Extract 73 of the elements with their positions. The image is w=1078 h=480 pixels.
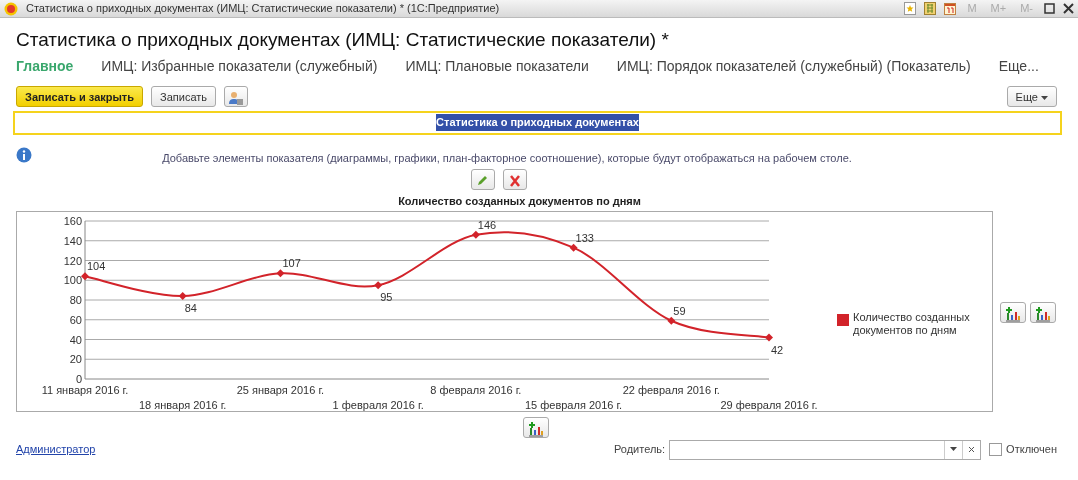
data-point [178,291,187,300]
save-and-close-button[interactable]: Записать и закрыть [16,85,144,107]
y-tick-label: 60 [69,313,82,326]
x-tick-label: 15 февраля 2016 г. [524,398,623,411]
maximize-icon[interactable] [1044,3,1055,14]
calendar-icon[interactable] [944,2,957,15]
y-tick-label: 100 [63,273,82,286]
legend-label: Количество созданных документов по дням [853,310,971,337]
form-heading: Статистика о приходных документах (ИМЦ: Статистические показатели) * [16,28,670,52]
delete-icon [508,175,522,188]
chart-title: Количество созданных документов по дням [397,194,642,209]
tab[interactable]: ИМЦ: Порядок показателей (служебный) (Показатель) [616,55,971,77]
data-label: 107 [282,256,301,269]
delete-button[interactable] [503,169,527,190]
x-tick-label: 22 февраля 2016 г. [622,383,720,396]
data-label: 84 [184,301,197,314]
y-tick-label: 40 [69,333,82,345]
x-tick-label: 8 февраля 2016 г. [430,383,522,396]
y-tick-label: 20 [69,352,82,365]
add-chart-button[interactable] [1000,301,1026,323]
checkbox[interactable] [989,443,1003,456]
name-field[interactable]: Статистика о приходных документах [13,110,1062,135]
window-title: Статистика о приходных документах (ИМЦ: Статистические показатели) * (1С:Предприятие) [26,1,501,17]
add-chart-button[interactable] [1030,301,1056,323]
data-point [471,230,480,239]
author-link[interactable]: Администратор [16,441,96,458]
caret-icon [950,447,958,452]
data-point [765,333,773,341]
clear-icon [968,445,976,453]
data-point [81,271,89,280]
calculator-icon[interactable] [924,2,937,15]
x-tick-label: 25 января 2016 г. [236,383,325,396]
data-label: 42 [771,343,784,355]
edit-button[interactable] [471,169,495,190]
data-label: 146 [477,218,497,231]
user-lock-icon [229,90,244,105]
access-button[interactable] [224,85,249,107]
x-tick-label: 11 января 2016 г. [41,383,129,396]
app-logo-icon [4,1,18,16]
add-chart-button[interactable] [523,416,549,438]
data-point [276,268,285,277]
more-button[interactable]: Еще [1006,85,1057,107]
parent-label: Родитель: [613,442,666,458]
y-tick-label: 160 [63,214,82,227]
checkbox-label: Отключен [1006,442,1057,458]
x-tick-label: 29 февраля 2016 г. [720,398,818,411]
pencil-icon [476,175,490,188]
data-point [374,280,383,289]
add-chart-icon [528,420,544,437]
data-label: 59 [673,304,686,317]
add-chart-icon [1035,305,1051,322]
save-button[interactable]: Записать [151,85,217,107]
y-tick-label: 0 [75,372,82,385]
data-point [569,243,578,252]
parent-field[interactable] [669,439,982,460]
close-icon[interactable] [1063,3,1074,14]
y-tick-label: 80 [69,293,82,306]
info-icon [16,146,32,163]
x-tick-label: 18 января 2016 г. [139,398,227,411]
favorite-icon[interactable] [904,2,917,15]
data-label: 95 [380,290,393,303]
hint-text: Добавьте элементы показателя (диаграммы, графики, план-факторное соотношение), которые будут отображаться на рабочем столе. [161,150,853,166]
data-label: 104 [87,259,106,272]
tab[interactable]: ИМЦ: Избранные показатели (служебный) [101,55,378,77]
y-tick-label: 140 [63,234,82,247]
more-link[interactable]: Еще... [998,55,1039,77]
add-chart-icon [1005,305,1021,322]
tab[interactable]: ИМЦ: Плановые показатели [405,55,589,77]
caret-icon [1041,95,1048,100]
data-point [667,316,676,325]
x-tick-label: 1 февраля 2016 г. [332,398,424,411]
data-label: 133 [575,231,594,244]
y-tick-label: 120 [63,254,82,266]
